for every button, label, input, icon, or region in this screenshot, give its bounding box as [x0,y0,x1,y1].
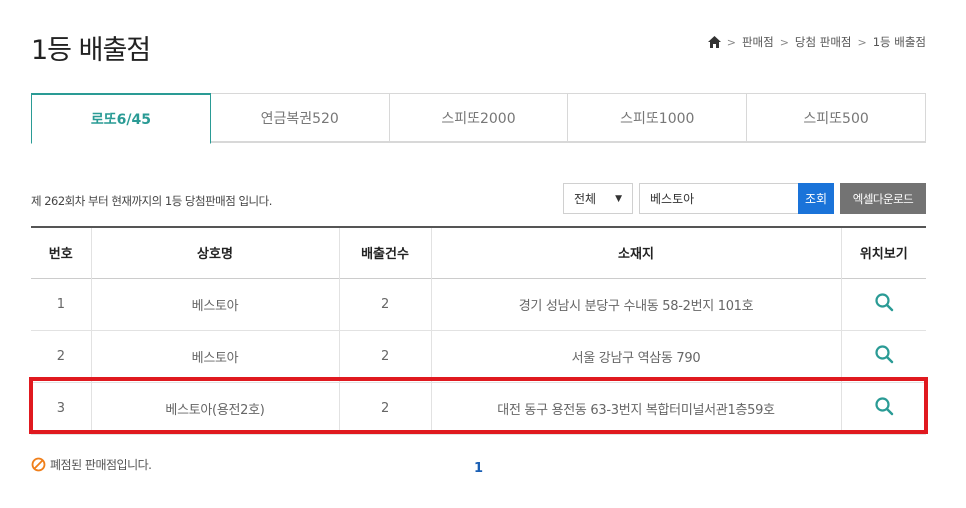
breadcrumb-separator: > [726,35,736,49]
cell-win-count: 2 [339,382,432,434]
cell-store-name: 베스토아 [91,330,340,382]
closed-store-note: 폐점된 판매점입니다. [31,456,152,473]
magnifier-icon[interactable] [874,344,894,364]
cell-address: 대전 동구 용전동 63-3번지 복합터미널서관1층59호 [431,382,842,434]
cell-number: 2 [31,330,92,382]
caret-down-icon: ▼ [615,193,622,204]
cell-location [841,330,926,382]
breadcrumb: > 판매점 > 당첨 판매점 > 1등 배출점 [707,34,926,50]
breadcrumb-item-store[interactable]: 판매점 [742,34,774,50]
header-number: 번호 [31,227,92,278]
cell-location [841,382,926,434]
winning-store-table: 번호 상호명 배출건수 소재지 위치보기 1 베스토아 2 경기 성남시 분당구… [31,226,926,435]
table-row: 1 베스토아 2 경기 성남시 분당구 수내동 58-2번지 101호 [31,278,926,330]
region-select[interactable]: 전체 ▼ [563,183,633,214]
tab-lotto645[interactable]: 로또6/45 [31,93,211,144]
cell-win-count: 2 [339,330,432,382]
table-row: 2 베스토아 2 서울 강남구 역삼동 790 [31,330,926,382]
header-store-name: 상호명 [91,227,340,278]
pagination-page-1[interactable]: 1 [474,461,483,476]
tab-speetto1000[interactable]: 스피또1000 [568,93,748,142]
excel-download-button[interactable]: 엑셀다운로드 [840,183,926,214]
breadcrumb-separator: > [779,35,789,49]
header-location: 위치보기 [859,247,908,263]
tab-pension520[interactable]: 연금복권520 [210,93,390,142]
cell-address: 경기 성남시 분당구 수내동 58-2번지 101호 [431,278,842,330]
lottery-tabs: 로또6/45 연금복권520 스피또2000 스피또1000 스피또500 [31,93,926,144]
prohibited-icon [31,457,46,472]
cell-store-name: 베스토아(용전2호) [91,382,340,434]
page-title: 1등 배출점 [31,35,151,66]
header-win-count: 배출건수 [339,227,432,278]
magnifier-icon[interactable] [874,396,894,416]
cell-location [841,278,926,330]
tab-speetto500[interactable]: 스피또500 [747,93,926,142]
breadcrumb-item-winning-store[interactable]: 당첨 판매점 [795,34,852,50]
info-text: 제 262회차 부터 현재까지의 1등 당첨판매점 입니다. [31,194,272,208]
search-button[interactable]: 조회 [798,183,834,214]
header-address: 소재지 [431,227,842,278]
closed-store-note-text: 폐점된 판매점입니다. [50,458,152,472]
cell-number: 3 [31,382,92,434]
search-bar: 전체 ▼ 베스토아 조회 엑셀다운로드 [563,183,926,214]
tab-speetto2000[interactable]: 스피또2000 [389,93,569,142]
breadcrumb-item-first-prize: 1등 배출점 [872,35,926,49]
home-icon[interactable] [707,36,721,48]
cell-store-name: 베스토아 [91,278,340,330]
magnifier-icon[interactable] [874,292,894,312]
breadcrumb-separator: > [857,35,867,49]
cell-win-count: 2 [339,278,432,330]
cell-address: 서울 강남구 역삼동 790 [431,330,842,382]
cell-number: 1 [31,278,92,330]
region-select-value: 전체 [574,192,597,206]
table-header-row: 번호 상호명 배출건수 소재지 위치보기 [31,227,926,278]
table-row: 3 베스토아(용전2호) 2 대전 동구 용전동 63-3번지 복합터미널서관1… [31,382,926,434]
search-input[interactable]: 베스토아 [639,183,799,214]
